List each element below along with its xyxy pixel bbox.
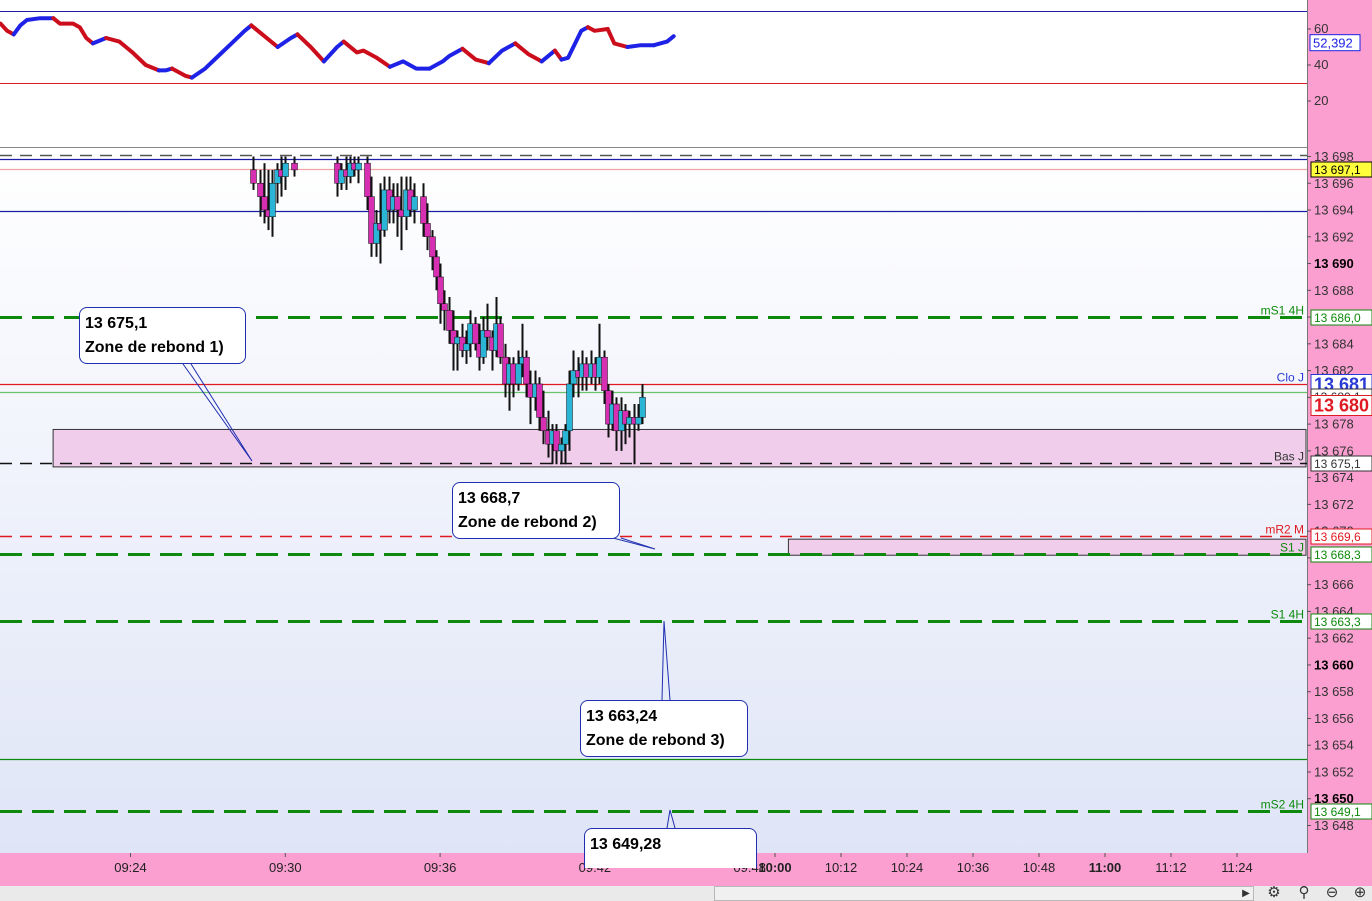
time-tick-label: 09:30 xyxy=(269,860,302,875)
candle-body xyxy=(394,196,401,211)
price-tick-label: 13 692 xyxy=(1314,229,1354,244)
level-name: S1 4H xyxy=(1271,608,1304,622)
time-tick-label: 10:36 xyxy=(957,860,990,875)
time-tick-label: 11:24 xyxy=(1221,860,1253,875)
annotation-value: 13 675,1 xyxy=(85,315,148,332)
time-tick-label: 10:48 xyxy=(1023,860,1056,875)
candle-body xyxy=(355,162,362,171)
price-tick-label: 13 656 xyxy=(1314,711,1354,726)
time-tick-label: 11:12 xyxy=(1155,860,1187,875)
rebound-zone xyxy=(787,538,1307,556)
candle-body xyxy=(364,162,371,197)
candle-body xyxy=(282,162,289,177)
candle-body xyxy=(411,196,418,211)
candle-body xyxy=(540,417,547,432)
annotation-value: 13 649,28 xyxy=(590,836,662,853)
level-name: mS2 4H xyxy=(1261,798,1304,812)
price-tick-label: 13 654 xyxy=(1314,738,1354,753)
level-name: Clo J xyxy=(1277,371,1304,385)
price-tick-label: 13 674 xyxy=(1314,470,1354,485)
price-tick-label: 13 690 xyxy=(1314,256,1354,271)
annotation-label: Zone de rebond 3) xyxy=(586,732,725,749)
candle-body xyxy=(424,223,431,238)
candle-body xyxy=(472,323,479,345)
annotation-zone-1[interactable]: 13 675,1 Zone de rebond 1) xyxy=(79,307,246,364)
level-price-label: 13 680 xyxy=(1314,396,1369,416)
oscillator-segment xyxy=(625,43,656,49)
level-price-label: 13 686,0 xyxy=(1314,311,1361,325)
annotation-value: 13 668,7 xyxy=(458,490,521,507)
candle-body xyxy=(291,162,298,171)
candle-body xyxy=(639,397,646,418)
time-tick-label: 10:24 xyxy=(891,860,924,875)
candle-body xyxy=(523,356,530,385)
candle-body xyxy=(558,443,565,452)
annotation-value: 13 663,24 xyxy=(586,708,658,725)
oscillator-tick-label: 20 xyxy=(1314,93,1328,108)
price-tick-label: 13 648 xyxy=(1314,818,1354,833)
annotation-zone-2[interactable]: 13 668,7 Zone de rebond 2) xyxy=(452,482,620,539)
candle-body xyxy=(437,276,444,304)
level-price-label: 13 697,1 xyxy=(1314,163,1361,177)
horizontal-scrollbar[interactable] xyxy=(714,886,1254,901)
level-name: Bas J xyxy=(1274,450,1304,464)
candle-body xyxy=(441,303,448,311)
level-price-label: 13 663,3 xyxy=(1314,615,1361,629)
scroll-right-icon[interactable]: ▶ xyxy=(1238,886,1254,901)
candle-body xyxy=(536,383,543,418)
annotation-label: Zone de rebond 2) xyxy=(458,514,597,531)
candle-body xyxy=(446,310,453,331)
candle-body xyxy=(429,236,436,258)
price-tick-label: 13 684 xyxy=(1314,336,1354,351)
time-tick-label: 09:24 xyxy=(114,860,147,875)
level-price-label: 13 668,3 xyxy=(1314,548,1361,562)
candle-body xyxy=(257,183,264,197)
price-tick-label: 13 678 xyxy=(1314,417,1354,432)
candle-body xyxy=(484,330,491,338)
candle-body xyxy=(601,356,608,391)
annotation-label: Zone de rebond 1) xyxy=(85,339,224,356)
time-tick-label: 09:36 xyxy=(424,860,457,875)
price-tick-label: 13 660 xyxy=(1314,657,1354,672)
candle-body xyxy=(463,343,470,351)
price-tick-label: 13 652 xyxy=(1314,764,1354,779)
level-name: mR2 M xyxy=(1265,523,1304,537)
price-tick-label: 13 688 xyxy=(1314,283,1354,298)
candle-body xyxy=(250,169,257,184)
annotation-zone-3[interactable]: 13 663,24 Zone de rebond 3) xyxy=(580,700,748,757)
oscillator-tick-label: 60 xyxy=(1314,21,1328,36)
level-name: S1 J xyxy=(1280,541,1304,555)
candle-body xyxy=(515,363,522,385)
trading-chart[interactable]: 60 40 20 52,392 mS1 4H Clo J Bas J mR2 M S1 J S1… xyxy=(0,0,1372,901)
price-tick-label: 13 694 xyxy=(1314,203,1354,218)
candle-body xyxy=(433,256,440,278)
level-price-label: 13 649,1 xyxy=(1314,805,1361,819)
candle-body xyxy=(562,430,569,445)
rebound-zone xyxy=(52,428,1307,468)
price-tick-label: 13 662 xyxy=(1314,631,1354,646)
zoom-in-icon[interactable]: ⊕ xyxy=(1350,884,1370,901)
time-tick-label: 11:00 xyxy=(1089,860,1122,875)
time-tick-label: 10:00 xyxy=(758,860,791,875)
oscillator-value-label: 52,392 xyxy=(1313,36,1353,51)
level-name: mS1 4H xyxy=(1261,304,1304,318)
annotation-zone-4[interactable]: 13 649,28 xyxy=(584,828,757,868)
magnifier-icon[interactable]: ⚲ xyxy=(1294,884,1314,901)
candle-body xyxy=(261,196,268,211)
zoom-out-icon[interactable]: ⊖ xyxy=(1322,884,1342,901)
level-price-label: 13 675,1 xyxy=(1314,457,1361,471)
chart-settings-icon[interactable]: ⚙ xyxy=(1264,884,1284,901)
price-tick-label: 13 658 xyxy=(1314,684,1354,699)
time-tick-label: 10:12 xyxy=(825,860,858,875)
price-tick-label: 13 666 xyxy=(1314,577,1354,592)
candle-body xyxy=(566,383,573,432)
price-tick-label: 13 672 xyxy=(1314,497,1354,512)
level-price-label: 13 669,6 xyxy=(1314,530,1361,544)
candle-body xyxy=(420,196,427,224)
oscillator-tick-label: 40 xyxy=(1314,57,1328,72)
candle-body xyxy=(497,323,504,358)
price-tick-label: 13 696 xyxy=(1314,176,1354,191)
candle-body xyxy=(269,183,276,217)
candle-body xyxy=(635,417,642,425)
